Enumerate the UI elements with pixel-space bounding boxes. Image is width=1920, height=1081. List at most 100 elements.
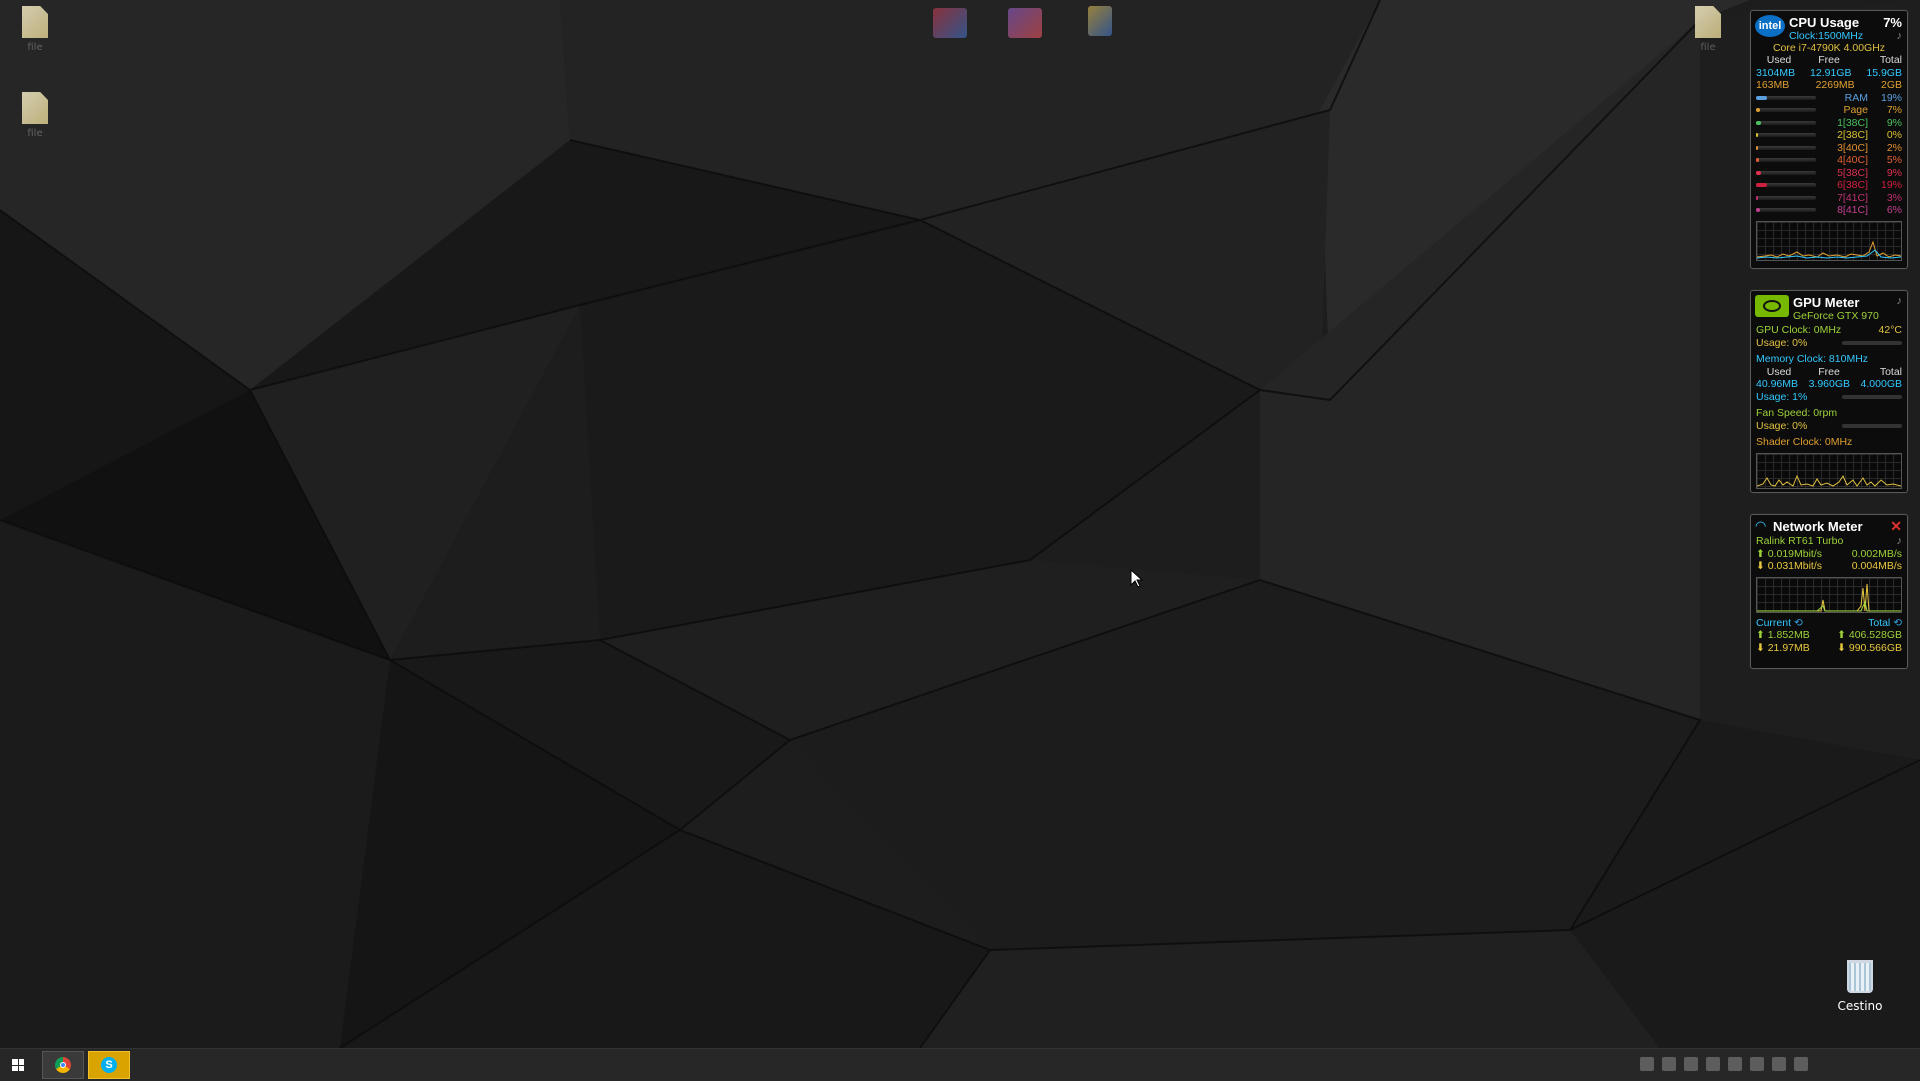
desktop-shortcut[interactable] <box>990 8 1060 38</box>
fan-usage: Usage: 0% <box>1756 419 1808 432</box>
cpu-bar-row: 4[40C] 5% <box>1751 154 1907 167</box>
cpu-bar-row: 2[38C] 0% <box>1751 129 1907 142</box>
col-header-free: Free <box>1818 54 1840 66</box>
cpu-clock: Clock:1500MHz <box>1789 30 1864 42</box>
download-arrow-icon: ⬇ <box>1756 560 1765 572</box>
bar-label: 1[38C] <box>1837 116 1868 129</box>
fan-usage-bar <box>1842 423 1902 428</box>
bar-value: 7% <box>1886 104 1902 116</box>
usage-bar-fill <box>1756 120 1762 125</box>
ram-free: 12.91GB <box>1810 66 1852 79</box>
memory-usage-bar <box>1842 394 1902 399</box>
bar-label: RAM <box>1844 91 1868 104</box>
cpu-title: CPU Usage <box>1789 15 1860 30</box>
usage-bar <box>1756 195 1816 200</box>
chrome-icon <box>55 1057 71 1073</box>
download-bytes: 0.004MB/s <box>1851 560 1902 572</box>
desktop-wallpaper <box>0 0 1920 1080</box>
vram-free: 3.960GB <box>1808 378 1851 390</box>
ram-used: 3104MB <box>1756 66 1796 79</box>
bar-value: 5% <box>1886 154 1902 166</box>
reset-total-icon[interactable]: ⟲ <box>1893 617 1902 629</box>
settings-note-icon[interactable]: ♪ <box>1897 30 1903 42</box>
download-rate: 0.031Mbit/s <box>1767 560 1823 572</box>
tray-icon[interactable] <box>1662 1057 1676 1071</box>
cpu-model: Core i7-4790K 4.00GHz <box>1772 42 1886 54</box>
close-icon[interactable]: ✕ <box>1890 518 1902 535</box>
tray-icon[interactable] <box>1750 1057 1764 1071</box>
bar-value: 19% <box>1880 179 1902 191</box>
desktop-icon-label: file <box>1700 42 1716 53</box>
network-adapter: Ralink RT61 Turbo <box>1756 535 1844 547</box>
recycle-bin-icon <box>1847 960 1873 993</box>
settings-note-icon[interactable]: ♪ <box>1897 535 1903 548</box>
vram-used: 40.96MB <box>1756 378 1799 390</box>
taskbar: S <box>0 1048 1920 1081</box>
usage-bar <box>1756 95 1816 100</box>
cpu-bar-row: Page 7% <box>1751 104 1907 117</box>
tray-icon[interactable] <box>1684 1057 1698 1071</box>
settings-note-icon[interactable]: ♪ <box>1897 295 1903 310</box>
usage-bar <box>1756 170 1816 175</box>
network-meter-gadget[interactable]: ◠ Network Meter ✕ Ralink RT61 Turbo ♪ ⬆ … <box>1750 514 1908 669</box>
bar-value: 19% <box>1880 91 1902 104</box>
file-icon <box>22 6 48 38</box>
tray-icon[interactable] <box>1706 1057 1720 1071</box>
tray-icon[interactable] <box>1728 1057 1742 1071</box>
cpu-total-usage: 7% <box>1883 15 1902 30</box>
desktop-shortcut[interactable] <box>1065 6 1135 36</box>
bar-value: 6% <box>1886 204 1902 216</box>
col-header-used: Used <box>1766 365 1792 378</box>
intel-logo-icon: intel <box>1755 15 1785 37</box>
bar-value: 0% <box>1886 129 1902 141</box>
tray-icon[interactable] <box>1794 1057 1808 1071</box>
upload-bytes: 0.002MB/s <box>1851 547 1902 560</box>
gpu-temperature: 42°C <box>1878 324 1902 336</box>
start-button[interactable] <box>0 1051 36 1079</box>
desktop-icon-label: file <box>27 42 43 53</box>
system-tray <box>1640 1057 1808 1071</box>
col-header-total: Total <box>1879 365 1902 378</box>
col-header-total: Total <box>1879 54 1902 66</box>
bar-label: 4[40C] <box>1837 154 1868 166</box>
usage-bar-fill <box>1756 108 1761 113</box>
taskbar-chrome-button[interactable] <box>42 1051 84 1079</box>
usage-bar <box>1756 108 1816 113</box>
bar-value: 9% <box>1886 166 1902 179</box>
desktop-shortcut[interactable] <box>915 8 985 38</box>
desktop-file-icon[interactable]: file <box>1673 6 1743 53</box>
reset-current-icon[interactable]: ⟲ <box>1794 617 1803 629</box>
usage-bar-fill <box>1756 195 1759 200</box>
cpu-bar-row: 8[41C] 6% <box>1751 204 1907 217</box>
tray-icon[interactable] <box>1772 1057 1786 1071</box>
taskbar-skype-button[interactable]: S <box>88 1051 130 1079</box>
desktop-file-icon[interactable]: file <box>0 6 70 53</box>
cpu-bar-row: 7[41C] 3% <box>1751 192 1907 205</box>
page-total: 2GB <box>1880 79 1902 91</box>
col-header-used: Used <box>1766 54 1792 66</box>
desktop-file-icon[interactable]: file <box>0 92 70 139</box>
mouse-cursor-icon <box>1130 569 1144 588</box>
col-header-free: Free <box>1818 365 1840 378</box>
gpu-usage: Usage: 0% <box>1756 336 1808 349</box>
usage-bar <box>1756 145 1816 150</box>
gpu-title: GPU Meter <box>1793 295 1860 310</box>
memory-clock: Memory Clock: 810MHz <box>1756 353 1869 365</box>
usage-bar-fill <box>1756 158 1759 163</box>
cpu-usage-gadget[interactable]: intel CPU Usage 7% Clock:1500MHz ♪ Core … <box>1750 10 1908 269</box>
tray-icon[interactable] <box>1640 1057 1654 1071</box>
upload-rate: 0.019Mbit/s <box>1767 547 1823 560</box>
current-label: Current <box>1756 616 1792 629</box>
cpu-bar-row: 3[40C] 2% <box>1751 142 1907 155</box>
shortcut-icon <box>933 8 967 38</box>
bar-value: 9% <box>1886 116 1902 129</box>
skype-icon: S <box>101 1057 117 1073</box>
usage-bar <box>1756 158 1816 163</box>
bar-label: 8[41C] <box>1837 204 1868 216</box>
gpu-meter-gadget[interactable]: GPU Meter ♪ GeForce GTX 970 GPU Clock: 0… <box>1750 290 1908 493</box>
usage-bar <box>1756 208 1816 213</box>
recycle-bin-label: Cestino <box>1837 999 1883 1013</box>
bar-value: 3% <box>1886 191 1902 204</box>
total-download: 990.566GB <box>1848 641 1902 654</box>
recycle-bin[interactable]: Cestino <box>1830 960 1890 1013</box>
